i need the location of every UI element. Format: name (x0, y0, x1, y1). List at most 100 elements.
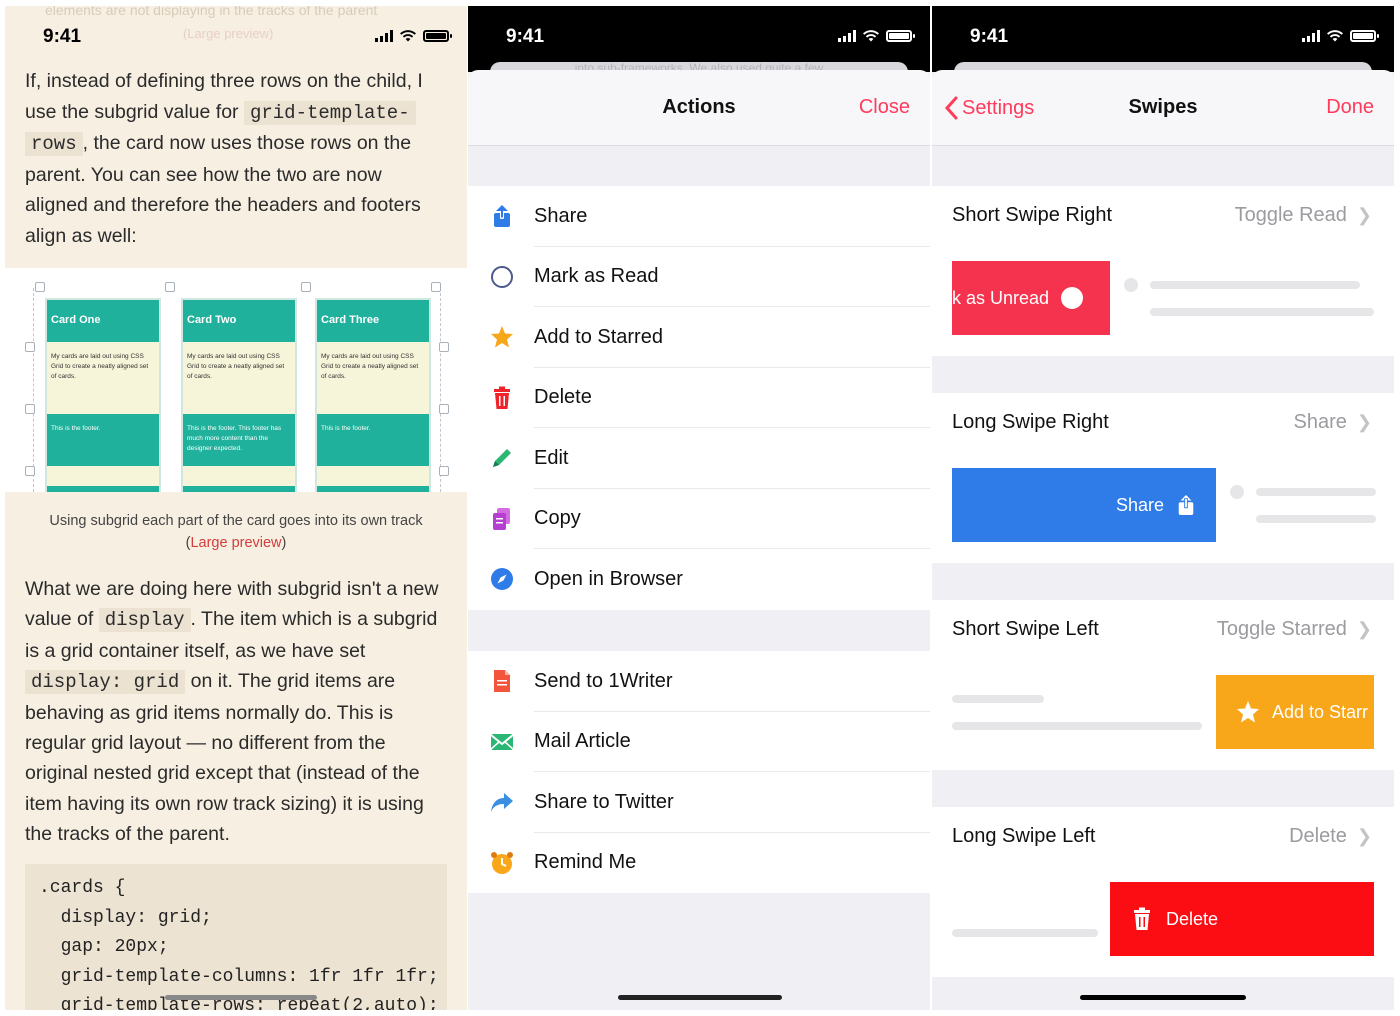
copy-icon (490, 507, 514, 531)
card-two: Card Two My cards are laid out using CSS… (181, 298, 297, 492)
document-icon (490, 669, 514, 693)
battery-icon (886, 30, 915, 42)
mail-icon (490, 730, 514, 754)
action-share-to-twitter[interactable]: Share to Twitter (468, 772, 930, 833)
action-label: Add to Starred (534, 325, 663, 348)
para1-text-b: , the card now uses those rows on the pa… (25, 132, 421, 247)
swipe-preview-action: k as Unread (952, 261, 1110, 335)
figure-caption: Using subgrid each part of the card goes… (25, 510, 447, 554)
large-preview-link[interactable]: Large preview (190, 535, 281, 551)
action-copy[interactable]: Copy (468, 489, 930, 550)
grid-marker (35, 282, 45, 292)
card-next-row (317, 486, 429, 492)
action-delete[interactable]: Delete (468, 368, 930, 429)
status-time: 9:41 (43, 26, 82, 47)
swipe-action-label: Delete (1166, 908, 1219, 929)
swipes-nav-bar: Settings Swipes Done (932, 70, 1394, 146)
action-label: Share to Twitter (534, 790, 674, 813)
compass-icon (490, 567, 514, 591)
battery-icon (1350, 30, 1379, 42)
swipe-action-label: Add to Starr (1272, 701, 1369, 722)
action-open-in-browser[interactable]: Open in Browser (468, 549, 930, 610)
actions-group-1: Share Mark as Read Add to Starred Delete… (468, 186, 930, 610)
trash-icon (490, 386, 514, 410)
grid-marker (439, 466, 449, 476)
card-footer: This is the footer. This footer has much… (183, 414, 295, 466)
battery-icon (423, 30, 452, 42)
action-send-to-1writer[interactable]: Send to 1Writer (468, 651, 930, 712)
swipe-action-label: Share (1115, 494, 1164, 515)
alarm-clock-icon (490, 851, 514, 875)
chevron-right-icon: ❯ (1356, 826, 1372, 846)
status-time: 9:41 (506, 26, 545, 47)
actions-screen: 9:41 into sub-frameworks. We also used q… (468, 6, 930, 1010)
grid-marker (165, 282, 175, 292)
home-indicator[interactable] (165, 995, 317, 1000)
swipe-value-label: Toggle Read (1234, 204, 1347, 226)
close-button[interactable]: Close (859, 96, 910, 119)
forward-arrow-icon (490, 790, 514, 814)
pencil-icon (490, 446, 514, 470)
placeholder-line (1256, 488, 1376, 496)
action-mark-as-read[interactable]: Mark as Read (468, 247, 930, 308)
action-mail-article[interactable]: Mail Article (468, 712, 930, 773)
inline-code-rows: rows (25, 132, 83, 156)
swipe-setting-value[interactable]: Delete ❯ (1289, 825, 1372, 848)
swipe-setting-title: Long Swipe Right (952, 411, 1109, 433)
swipe-setting-value[interactable]: Share ❯ (1294, 411, 1372, 434)
swipe-setting-value[interactable]: Toggle Starred ❯ (1217, 618, 1372, 641)
grid-marker (439, 342, 449, 352)
card-header: Card Two (183, 300, 295, 342)
chevron-right-icon: ❯ (1356, 205, 1372, 225)
swipe-setting-short-right[interactable]: Short Swipe Right Toggle Read ❯ k as Unre… (932, 186, 1394, 356)
chevron-right-icon: ❯ (1356, 619, 1372, 639)
swipe-action-label: k as Unread (952, 287, 1050, 308)
swipe-preview-action: Add to Starr (1216, 675, 1374, 749)
card-body: My cards are laid out using CSS Grid to … (321, 353, 419, 380)
action-add-to-starred[interactable]: Add to Starred (468, 307, 930, 368)
signal-icon (1302, 30, 1320, 42)
para2-text-c: on it. The grid items are behaving as gr… (25, 670, 424, 846)
grid-marker (25, 466, 35, 476)
trash-icon (1134, 907, 1150, 930)
swipe-setting-short-left[interactable]: Short Swipe Left Toggle Starred ❯ Add to … (932, 600, 1394, 770)
swipe-setting-long-right[interactable]: Long Swipe Right Share ❯ Share (932, 393, 1394, 563)
scrolled-text-fragment: elements are not displaying in the track… (45, 6, 378, 18)
done-button[interactable]: Done (1326, 96, 1374, 119)
swipe-setting-long-left[interactable]: Long Swipe Left Delete ❯ Delete (932, 807, 1394, 977)
action-label: Mark as Read (534, 265, 659, 288)
card-header: Card Three (317, 300, 429, 342)
swipe-setting-title: Short Swipe Right (952, 204, 1113, 226)
card-three: Card Three My cards are laid out using C… (315, 298, 431, 492)
status-bar: 9:41 (468, 26, 930, 50)
card-footer: This is the footer. (317, 414, 429, 466)
wifi-icon (400, 30, 416, 42)
signal-icon (375, 30, 393, 42)
status-time: 9:41 (970, 26, 1009, 47)
placeholder-line (952, 695, 1044, 703)
article-paragraph-1: If, instead of defining three rows on th… (25, 66, 445, 251)
subgrid-cards-figure[interactable]: Card One My cards are laid out using CSS… (5, 268, 467, 492)
status-bar: 9:41 (932, 26, 1394, 50)
action-remind-me[interactable]: Remind Me (468, 833, 930, 894)
card-footer: This is the footer. (47, 414, 159, 466)
action-edit[interactable]: Edit (468, 428, 930, 489)
inline-code-display-grid: display: grid (25, 670, 186, 695)
action-label: Delete (534, 386, 592, 409)
home-indicator[interactable] (1080, 995, 1246, 1000)
swipe-preview-action: Share (952, 468, 1216, 542)
caption-paren: ) (281, 535, 287, 551)
action-label: Share (534, 204, 588, 227)
swipes-screen: 9:41 Settings Swipes Done Short Swipe Ri… (932, 6, 1394, 1010)
action-share[interactable]: Share (468, 186, 930, 247)
placeholder-dot (1124, 278, 1138, 292)
swipe-value-label: Toggle Starred (1216, 618, 1347, 640)
placeholder-line (952, 722, 1202, 730)
action-label: Open in Browser (534, 567, 683, 590)
card-one: Card One My cards are laid out using CSS… (45, 298, 161, 492)
placeholder-dot (1230, 485, 1244, 499)
swipe-setting-value[interactable]: Toggle Read ❯ (1235, 204, 1372, 227)
home-indicator[interactable] (618, 995, 782, 1000)
wifi-icon (1327, 30, 1343, 42)
swipe-value-label: Delete (1289, 825, 1347, 847)
